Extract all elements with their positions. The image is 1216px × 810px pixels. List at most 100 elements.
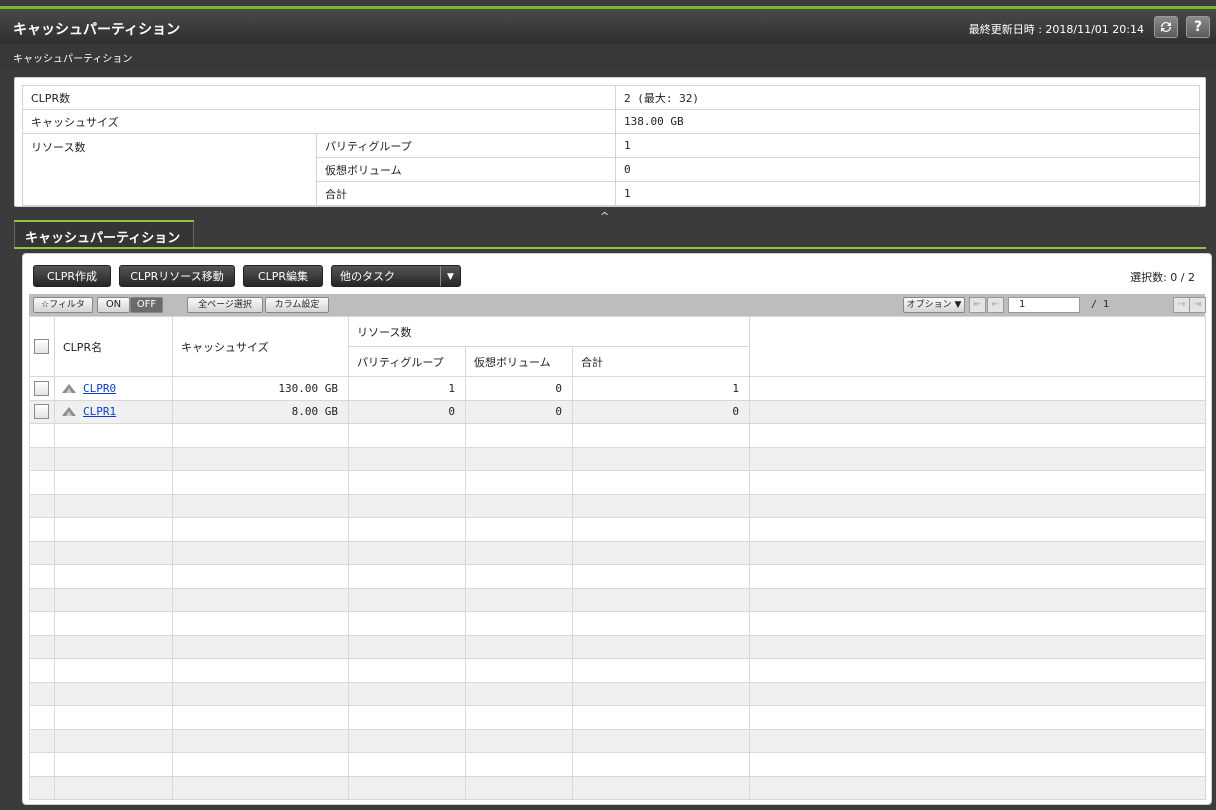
row-checkbox[interactable]	[34, 404, 49, 420]
empty-cell	[749, 493, 1206, 518]
empty-cell	[348, 540, 466, 565]
empty-cell	[749, 752, 1206, 777]
last-page-icon[interactable]: ⇥	[1189, 297, 1206, 313]
first-page-icon[interactable]: ⇤	[969, 297, 986, 313]
empty-cell	[348, 775, 466, 800]
filter-off-toggle[interactable]: OFF	[130, 297, 163, 313]
empty-cell	[571, 705, 751, 730]
filter-button[interactable]: ☆フィルタ	[33, 297, 93, 313]
page-number-input[interactable]: 1	[1008, 297, 1080, 313]
empty-cell	[54, 493, 173, 518]
summary-value: 138.00 GB	[615, 109, 1200, 134]
empty-cell	[172, 470, 349, 495]
summary-sublabel: 合計	[316, 181, 616, 206]
page-title: キャッシュパーティション	[13, 22, 181, 38]
empty-cell	[54, 752, 173, 777]
empty-cell	[465, 681, 573, 706]
table-row[interactable]: CLPR0 130.00 GB 1 0 1	[29, 376, 1206, 401]
empty-table-row	[29, 728, 1206, 753]
column-header-name[interactable]: CLPR名	[54, 316, 173, 377]
prev-page-icon[interactable]: ←	[987, 297, 1004, 313]
next-page-icon[interactable]: →	[1173, 297, 1190, 313]
edit-clpr-button[interactable]: CLPR編集	[243, 265, 323, 287]
empty-cell	[571, 446, 751, 471]
empty-cell	[54, 517, 173, 542]
empty-cell	[571, 728, 751, 753]
filter-on-toggle[interactable]: ON	[97, 297, 130, 313]
empty-table-row	[29, 423, 1206, 448]
empty-cell	[749, 611, 1206, 636]
empty-cell	[465, 775, 573, 800]
empty-cell	[749, 728, 1206, 753]
empty-cell	[465, 540, 573, 565]
empty-cell	[749, 564, 1206, 589]
row-checkbox[interactable]	[34, 380, 49, 396]
empty-cell	[29, 564, 55, 589]
filter-bar: ☆フィルタ ON OFF 全ページ選択 カラム設定 オプション ▼ ⇤ ← 1 …	[29, 294, 1206, 316]
empty-cell	[465, 611, 573, 636]
select-all-cell	[29, 316, 55, 377]
create-clpr-button[interactable]: CLPR作成	[33, 265, 111, 287]
empty-cell	[571, 658, 751, 683]
empty-table-row	[29, 705, 1206, 730]
selection-count: 選択数: 0 / 2	[1130, 271, 1195, 284]
empty-cell	[348, 446, 466, 471]
move-clpr-resource-button[interactable]: CLPRリソース移動	[119, 265, 235, 287]
empty-cell	[749, 517, 1206, 542]
empty-cell	[348, 634, 466, 659]
column-header-total[interactable]: 合計	[571, 346, 751, 377]
clpr-link[interactable]: CLPR0	[83, 382, 116, 395]
empty-cell	[465, 517, 573, 542]
empty-cell	[172, 564, 349, 589]
column-settings-button[interactable]: カラム設定	[265, 297, 329, 313]
summary-row-cache-size: キャッシュサイズ 138.00 GB	[22, 109, 1200, 134]
empty-cell	[54, 658, 173, 683]
summary-value: 1	[615, 133, 1200, 158]
empty-table-row	[29, 564, 1206, 589]
empty-table-row	[29, 446, 1206, 471]
empty-cell	[54, 775, 173, 800]
empty-cell	[54, 470, 173, 495]
summary-panel: CLPR数 2 (最大: 32) キャッシュサイズ 138.00 GB リソース…	[14, 77, 1206, 207]
empty-table-row	[29, 587, 1206, 612]
empty-cell	[172, 681, 349, 706]
virtual-cell: 0	[465, 399, 573, 424]
help-button[interactable]: ?	[1186, 16, 1210, 38]
empty-cell	[29, 752, 55, 777]
select-all-pages-button[interactable]: 全ページ選択	[187, 297, 263, 313]
empty-cell	[749, 634, 1206, 659]
summary-table: CLPR数 2 (最大: 32) キャッシュサイズ 138.00 GB リソース…	[22, 85, 1200, 206]
column-header-cache-size[interactable]: キャッシュサイズ	[172, 316, 349, 377]
empty-cell	[29, 423, 55, 448]
empty-cell	[54, 446, 173, 471]
table-row[interactable]: CLPR1 8.00 GB 0 0 0	[29, 399, 1206, 424]
filler-cell	[749, 399, 1206, 424]
summary-value: 0	[615, 157, 1200, 182]
empty-table-row	[29, 493, 1206, 518]
tab-cache-partition[interactable]: キャッシュパーティション	[14, 220, 194, 248]
empty-table-row	[29, 658, 1206, 683]
refresh-button[interactable]	[1154, 16, 1178, 38]
parity-cell: 0	[348, 399, 466, 424]
other-tasks-dropdown[interactable]: 他のタスク ▼	[331, 265, 461, 287]
clpr-link[interactable]: CLPR1	[83, 405, 116, 418]
empty-cell	[749, 658, 1206, 683]
options-button[interactable]: オプション ▼	[903, 297, 965, 313]
empty-cell	[172, 728, 349, 753]
empty-cell	[172, 634, 349, 659]
summary-sublabel: 仮想ボリューム	[316, 157, 616, 182]
column-header-resources: リソース数	[347, 316, 751, 347]
select-all-checkbox[interactable]	[34, 339, 49, 354]
summary-label: キャッシュサイズ	[22, 109, 616, 134]
empty-cell	[29, 540, 55, 565]
empty-cell	[172, 587, 349, 612]
empty-cell	[348, 470, 466, 495]
collapse-caret-icon[interactable]: ^	[600, 210, 609, 223]
empty-cell	[749, 775, 1206, 800]
empty-cell	[465, 752, 573, 777]
empty-cell	[571, 752, 751, 777]
total-cell: 0	[571, 399, 751, 424]
empty-cell	[571, 775, 751, 800]
column-header-parity[interactable]: パリティグループ	[348, 346, 466, 377]
column-header-virtual[interactable]: 仮想ボリューム	[465, 346, 573, 377]
